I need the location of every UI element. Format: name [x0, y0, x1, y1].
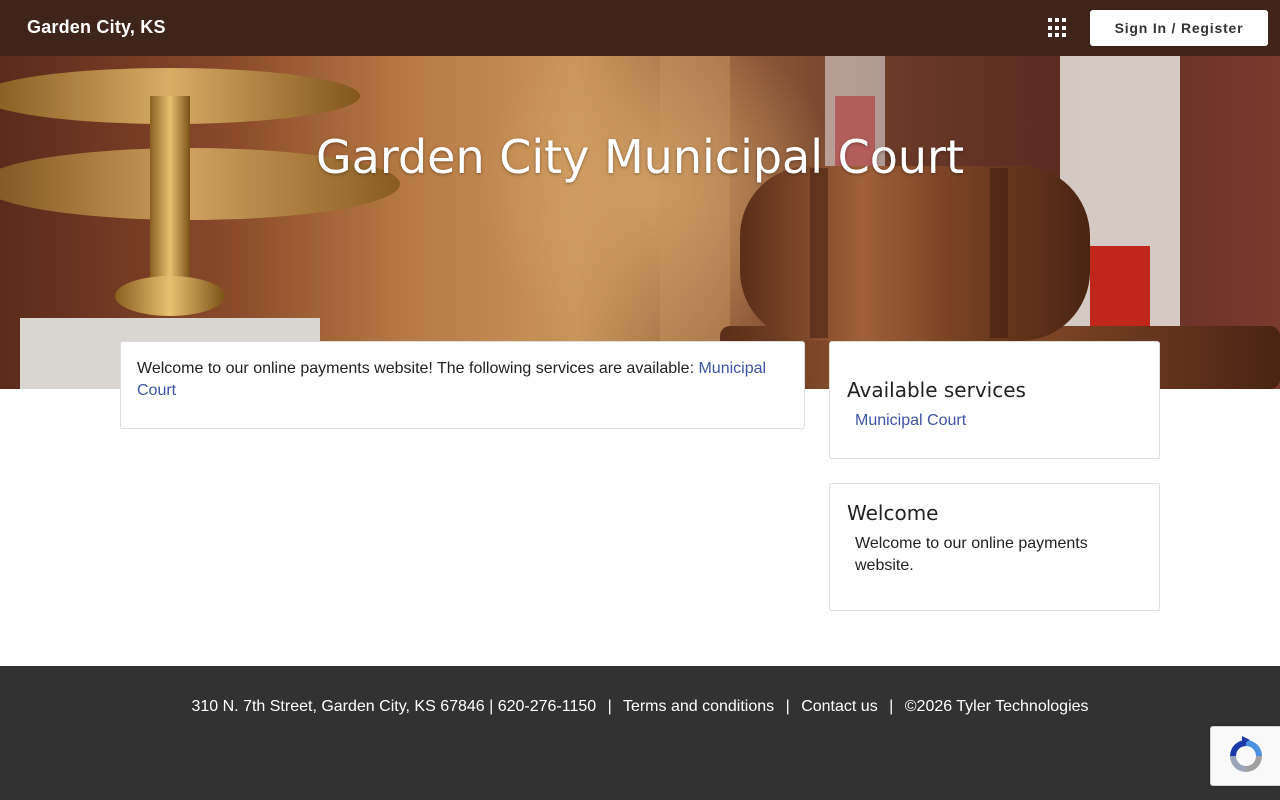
footer-separator: | — [785, 698, 790, 715]
footer-copyright: ©2026 Tyler Technologies — [904, 698, 1089, 715]
footer-address: 310 N. 7th Street, Garden City, KS 67846… — [191, 698, 597, 715]
grid-apps-icon[interactable] — [1048, 18, 1068, 38]
service-link-municipal-court[interactable]: Municipal Court — [847, 412, 1142, 430]
welcome-card: Welcome Welcome to our online payments w… — [829, 483, 1160, 611]
available-services-card: Available services Municipal Court — [829, 341, 1160, 459]
intro-card: Welcome to our online payments website! … — [120, 341, 805, 429]
site-brand[interactable]: Garden City, KS — [27, 17, 166, 38]
welcome-title: Welcome — [847, 501, 939, 525]
page-title: Garden City Municipal Court — [316, 130, 964, 184]
site-footer: 310 N. 7th Street, Garden City, KS 67846… — [0, 666, 1280, 800]
contact-link[interactable]: Contact us — [801, 698, 877, 715]
footer-separator: | — [607, 698, 612, 715]
welcome-text: Welcome to our online payments website. — [855, 535, 1088, 574]
sign-in-register-button[interactable]: Sign In / Register — [1090, 10, 1268, 46]
recaptcha-badge[interactable] — [1210, 726, 1280, 786]
top-navbar: Garden City, KS Sign In / Register — [0, 0, 1280, 56]
intro-text: Welcome to our online payments website! … — [137, 360, 699, 377]
terms-link[interactable]: Terms and conditions — [623, 698, 774, 715]
recaptcha-icon — [1229, 736, 1262, 772]
available-services-title: Available services — [847, 378, 1026, 402]
footer-separator: | — [889, 698, 894, 715]
courtroom-gavel-image — [0, 56, 1280, 389]
hero-banner: Garden City Municipal Court — [0, 56, 1280, 389]
footer-links: 310 N. 7th Street, Garden City, KS 67846… — [0, 698, 1280, 716]
